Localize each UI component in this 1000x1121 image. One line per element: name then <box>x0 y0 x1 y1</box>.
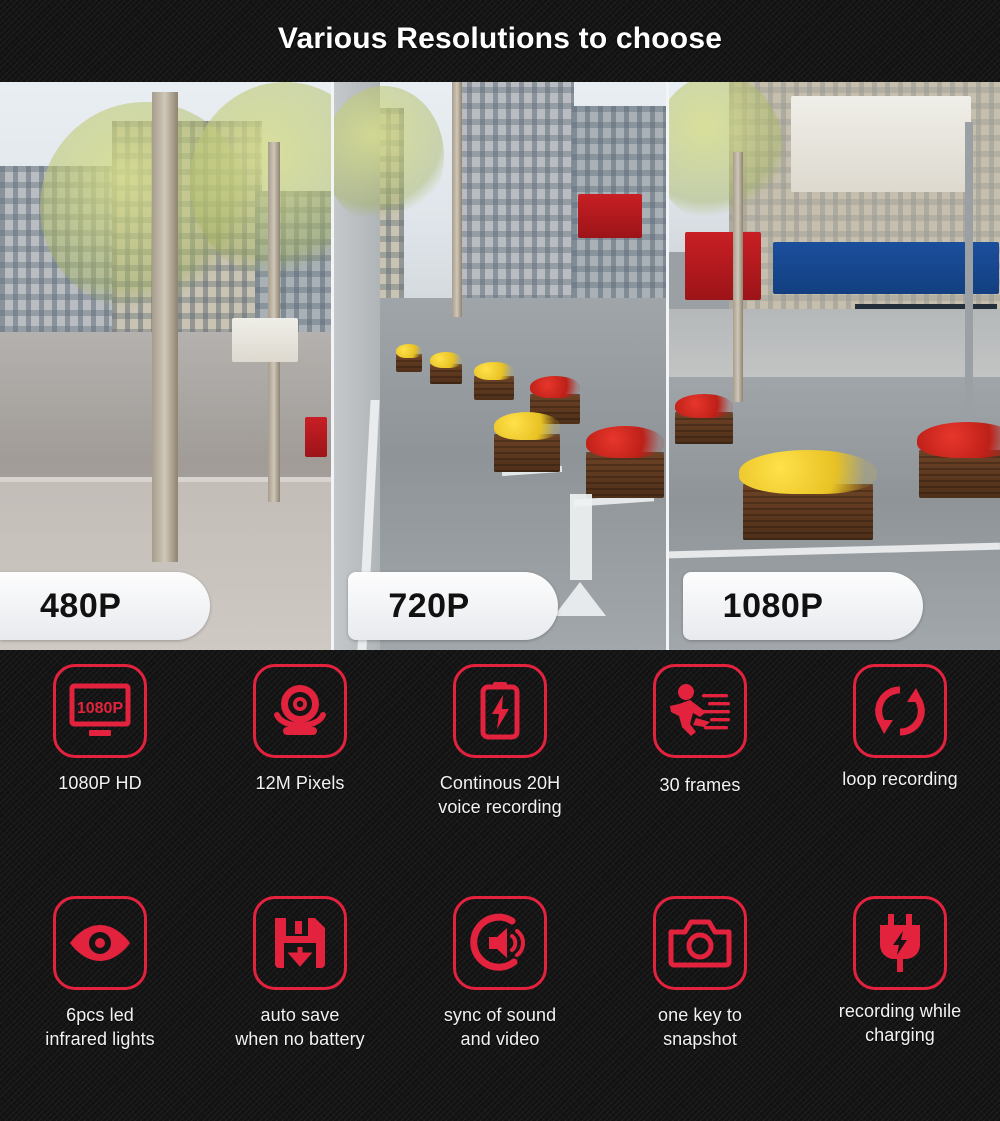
header-banner: Various Resolutions to choose <box>0 0 1000 82</box>
feature-continuous-recording[interactable]: Continous 20H voice recording <box>400 650 600 882</box>
feature-label: 12M Pixels <box>255 773 345 793</box>
feature-label: one key to snapshot <box>657 1005 743 1049</box>
storefront-sign <box>305 417 327 457</box>
power-plug-bolt-icon <box>853 896 947 990</box>
feature-label: recording while charging <box>838 1001 962 1045</box>
feature-label: 1080P HD <box>58 773 142 793</box>
flower-bed <box>738 450 877 494</box>
monitor-1080p-icon: 1080P <box>53 664 147 758</box>
resolution-badge-720p: 720P <box>348 572 559 640</box>
eye-icon <box>53 896 147 990</box>
feature-one-key-snapshot[interactable]: one key to snapshot <box>600 882 800 1121</box>
tree-trunk <box>452 82 463 317</box>
lamp-post <box>964 122 973 422</box>
feature-grid: 1080P 1080P HD 12M Pixels Continous 20H … <box>0 650 1000 1121</box>
sidewalk <box>668 309 1000 378</box>
feature-infrared-lights[interactable]: 6pcs led infrared lights <box>0 882 200 1121</box>
battery-bolt-icon <box>453 664 547 758</box>
feature-label: sync of sound and video <box>443 1005 557 1049</box>
feature-label: 6pcs led infrared lights <box>45 1005 155 1049</box>
flower-bed <box>396 344 423 358</box>
resolution-comparison-strip: 480P 720P 1080P <box>0 82 1000 650</box>
flower-bed <box>586 426 665 458</box>
camera-icon <box>653 896 747 990</box>
tree-trunk <box>732 152 743 402</box>
resolution-panel-1080p: 1080P <box>665 82 1000 650</box>
feature-row-1: 1080P 1080P HD 12M Pixels Continous 20H … <box>0 650 1000 882</box>
feature-label: auto save when no battery <box>235 1005 365 1049</box>
flower-bed <box>916 422 1000 458</box>
svg-text:1080P: 1080P <box>77 700 124 717</box>
page-title: Various Resolutions to choose <box>277 22 723 55</box>
tree-trunk <box>152 92 178 562</box>
resolution-badge-1080p: 1080P <box>682 572 923 640</box>
running-person-icon <box>653 664 747 758</box>
flower-bed <box>674 394 733 418</box>
arrow-shaft <box>570 494 593 580</box>
resolution-label: 720P <box>388 586 470 625</box>
storefront-sign-upper <box>790 96 971 192</box>
resolution-panel-720p: 720P <box>331 82 666 650</box>
floppy-save-icon <box>253 896 347 990</box>
feature-recording-while-charging[interactable]: recording while charging <box>800 882 1000 1121</box>
feature-12m-pixels[interactable]: 12M Pixels <box>200 650 400 882</box>
feature-sync-sound-video[interactable]: sync of sound and video <box>400 882 600 1121</box>
feature-loop-recording[interactable]: loop recording <box>800 650 1000 882</box>
flower-bed <box>430 352 463 368</box>
feature-auto-save[interactable]: auto save when no battery <box>200 882 400 1121</box>
feature-row-2: 6pcs led infrared lights auto save when … <box>0 882 1000 1121</box>
arrow-head <box>554 582 607 616</box>
storefront-sign <box>232 318 298 362</box>
feature-label: loop recording <box>842 769 958 789</box>
flower-bed <box>530 376 581 398</box>
resolution-label: 1080P <box>722 586 824 625</box>
feature-label: 30 frames <box>659 775 741 795</box>
resolution-panel-480p: 480P <box>0 82 332 650</box>
flower-bed <box>474 362 515 380</box>
speaker-sound-icon <box>453 896 547 990</box>
feature-label: Continous 20H voice recording <box>438 773 562 817</box>
feature-1080p-hd[interactable]: 1080P 1080P HD <box>0 650 200 882</box>
flower-bed <box>494 412 561 440</box>
flower-planter <box>586 452 665 498</box>
storefront-sign <box>578 194 643 238</box>
storefront-banner <box>684 232 761 300</box>
resolution-label: 480P <box>40 586 122 625</box>
loop-arrows-icon <box>853 664 947 758</box>
product-feature-page: Various Resolutions to choose 480P 720P … <box>0 0 1000 1121</box>
feature-30-frames[interactable]: 30 frames <box>600 650 800 882</box>
road-arrow-marking <box>552 494 612 616</box>
building <box>454 82 575 321</box>
webcam-icon <box>253 664 347 758</box>
resolution-badge-480p: 480P <box>0 572 210 640</box>
building-windows <box>454 82 575 321</box>
